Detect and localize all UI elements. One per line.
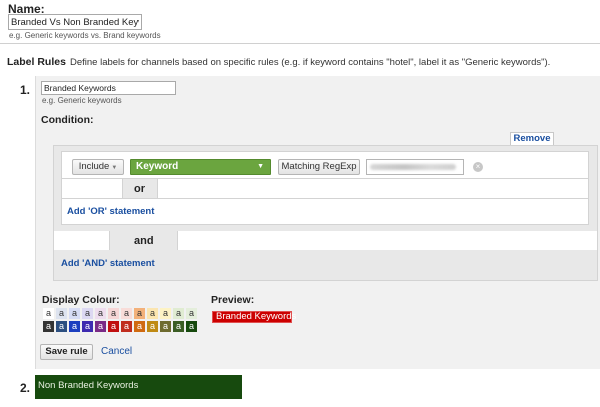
- add-and-statement-link[interactable]: Add 'AND' statement: [61, 258, 155, 269]
- colour-swatch[interactable]: a: [82, 308, 93, 319]
- colour-swatch[interactable]: a: [160, 308, 171, 319]
- include-label: Include: [78, 161, 110, 172]
- colour-swatch[interactable]: a: [186, 308, 197, 319]
- chevron-down-icon: ▼: [257, 163, 264, 170]
- colour-swatch[interactable]: a: [56, 308, 67, 319]
- blurred-regex-value: [370, 164, 456, 170]
- dimension-label: Keyword: [136, 161, 179, 172]
- colour-swatch[interactable]: a: [134, 321, 145, 332]
- colour-swatch[interactable]: a: [95, 321, 106, 332]
- section-divider: [0, 43, 600, 44]
- colour-swatch[interactable]: a: [186, 321, 197, 332]
- include-dropdown[interactable]: Include ▼: [72, 159, 124, 175]
- clear-icon[interactable]: ×: [473, 162, 483, 172]
- colour-swatch[interactable]: a: [134, 308, 145, 319]
- condition-label: Condition:: [41, 114, 94, 126]
- and-separator-left: [53, 231, 110, 250]
- or-separator-right: [157, 179, 589, 198]
- match-type-button[interactable]: Matching RegExp: [278, 159, 360, 175]
- colour-swatch[interactable]: a: [173, 321, 184, 332]
- display-colour-label: Display Colour:: [42, 294, 120, 306]
- or-text: or: [134, 183, 145, 195]
- save-rule-button[interactable]: Save rule: [40, 344, 93, 360]
- colour-swatch[interactable]: a: [69, 308, 80, 319]
- colour-swatch[interactable]: a: [121, 308, 132, 319]
- preview-chip: Branded Keywords: [212, 311, 296, 323]
- dimension-dropdown[interactable]: Keyword ▼: [130, 159, 271, 175]
- colour-swatch[interactable]: a: [56, 321, 67, 332]
- add-or-statement-link[interactable]: Add 'OR' statement: [67, 206, 154, 217]
- name-input[interactable]: [8, 14, 142, 30]
- rule-2-number: 2.: [20, 381, 31, 395]
- and-separator-right: [177, 231, 598, 250]
- rule-label-hint: e.g. Generic keywords: [42, 96, 122, 105]
- rule-2-label[interactable]: Non Branded Keywords: [35, 375, 242, 399]
- colour-swatch[interactable]: a: [95, 308, 106, 319]
- colour-swatch[interactable]: a: [147, 308, 158, 319]
- label-rules-title: Label Rules: [7, 56, 66, 68]
- preview-label: Preview:: [211, 294, 255, 306]
- colour-palette: aaaaaaaaaaaa aaaaaaaaaaaa: [43, 308, 199, 334]
- label-rules-description: Define labels for channels based on spec…: [70, 57, 551, 68]
- colour-swatch[interactable]: a: [147, 321, 158, 332]
- name-hint: e.g. Generic keywords vs. Brand keywords: [9, 31, 161, 40]
- chevron-down-icon: ▼: [111, 165, 118, 171]
- colour-swatch[interactable]: a: [108, 308, 119, 319]
- rule-1-number: 1.: [20, 83, 31, 97]
- colour-swatch[interactable]: a: [160, 321, 171, 332]
- colour-swatch[interactable]: a: [43, 321, 54, 332]
- colour-swatch[interactable]: a: [108, 321, 119, 332]
- swatch-row-light: aaaaaaaaaaaa: [43, 308, 199, 321]
- colour-swatch[interactable]: a: [82, 321, 93, 332]
- remove-condition-link[interactable]: Remove: [510, 132, 554, 145]
- colour-swatch[interactable]: a: [43, 308, 54, 319]
- colour-swatch[interactable]: a: [173, 308, 184, 319]
- colour-swatch[interactable]: a: [121, 321, 132, 332]
- and-text: and: [134, 235, 154, 247]
- swatch-row-dark: aaaaaaaaaaaa: [43, 321, 199, 334]
- colour-swatch[interactable]: a: [69, 321, 80, 332]
- cancel-link[interactable]: Cancel: [101, 346, 132, 357]
- rule-label-input[interactable]: [41, 81, 176, 95]
- or-separator-left: [61, 179, 123, 198]
